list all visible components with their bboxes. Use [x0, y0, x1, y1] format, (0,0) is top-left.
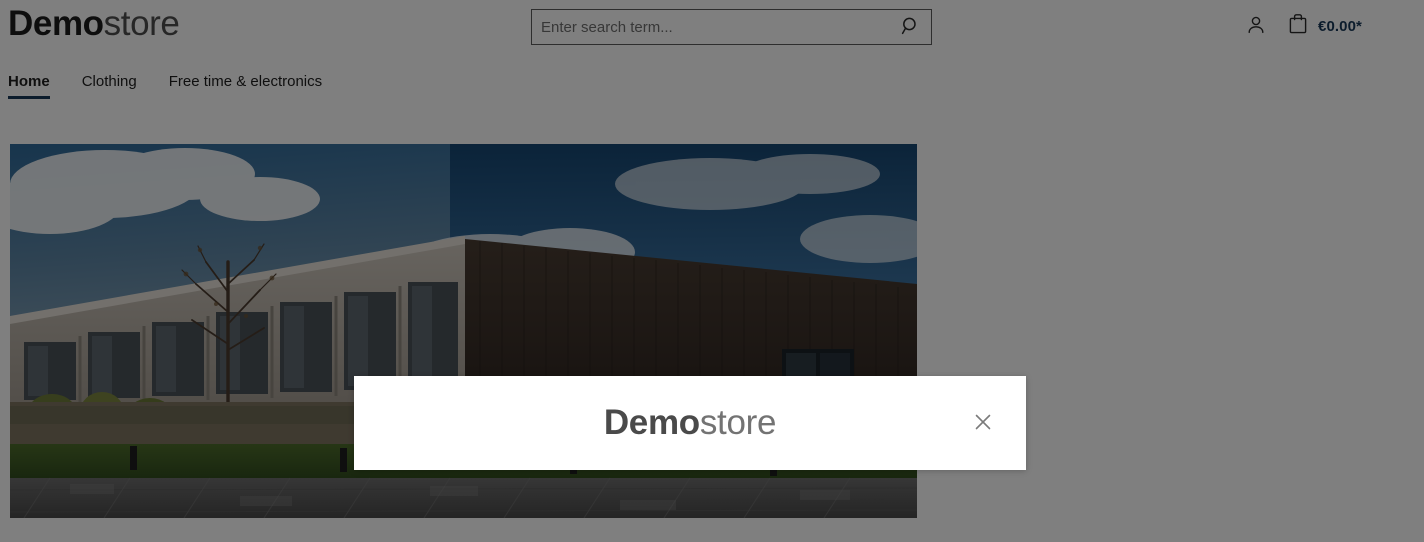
modal-logo: Demostore [603, 402, 777, 444]
modal-logo-text-bold: Demo [603, 403, 700, 442]
modal-logo-text-light: store [699, 403, 777, 442]
modal-dialog: Demostore [354, 376, 1026, 470]
modal-close-button[interactable] [968, 408, 998, 438]
close-icon [973, 412, 993, 435]
page-root: Demostore [0, 0, 1424, 542]
